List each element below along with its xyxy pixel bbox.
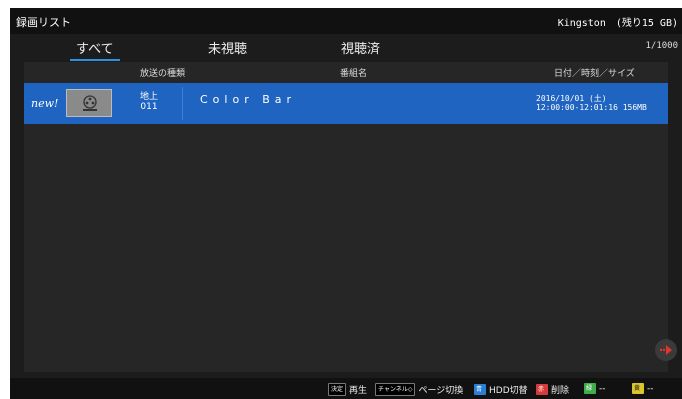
tv-screen: 録画リスト Kingston (残り15 GB) すべて 未視聴 視聴済 1/1… [10, 8, 682, 399]
footer-play[interactable]: 決定 再生 [328, 383, 367, 396]
divider [182, 87, 183, 120]
column-header-program-name: 番組名 [340, 69, 368, 79]
filter-tabs: すべて 未視聴 視聴済 1/1000 [10, 34, 682, 62]
thumbnail [66, 89, 112, 117]
footer-delete[interactable]: 赤 削除 [536, 383, 569, 396]
green-key-icon: 緑 [584, 383, 596, 394]
footer-help: 決定 再生 チャンネル◇ ページ切換 青 HDD切替 赤 削除 緑 -- 黄 -… [10, 378, 682, 399]
channel-key-icon: チャンネル◇ [375, 383, 416, 396]
list-item[interactable]: new! 地上 011 Color Bar 2016/10/01 (土) 12:… [24, 83, 668, 124]
yellow-action-label: -- [647, 383, 654, 394]
footer-page-switch[interactable]: チャンネル◇ ページ切換 [375, 383, 463, 396]
delete-label: 削除 [551, 386, 570, 396]
play-label: 再生 [349, 386, 368, 396]
red-key-icon: 赤 [536, 384, 548, 395]
broadcast-type: 地上 [140, 92, 159, 102]
tab-unwatched[interactable]: 未視聴 [208, 38, 247, 57]
program-title: Color Bar [200, 93, 297, 106]
recording-list: 放送の種類 番組名 日付／時刻／サイズ new! 地上 011 Color Ba… [24, 62, 668, 372]
new-badge: new! [31, 97, 59, 110]
footer-yellow-action[interactable]: 黄 -- [632, 383, 654, 394]
page-switch-label: ページ切換 [418, 386, 464, 396]
column-header-broadcast-type: 放送の種類 [140, 69, 186, 79]
blue-key-icon: 青 [474, 384, 486, 395]
tab-all[interactable]: すべて [70, 38, 120, 61]
top-bar: 録画リスト Kingston (残り15 GB) [10, 8, 682, 34]
green-action-label: -- [599, 383, 606, 394]
footer-hdd-switch[interactable]: 青 HDD切替 [474, 383, 528, 396]
yellow-key-icon: 黄 [632, 383, 644, 394]
broadcast-channel: 地上 011 [140, 92, 158, 112]
page-counter: 1/1000 [645, 41, 678, 51]
recording-time-size: 12:00:00-12:01:16 156MB [536, 103, 647, 112]
channel-number: 011 [140, 102, 158, 112]
page-next-button[interactable] [655, 339, 677, 361]
footer-green-action[interactable]: 緑 -- [584, 383, 606, 394]
enter-key-icon: 決定 [328, 383, 347, 396]
page-title: 録画リスト [16, 16, 71, 29]
column-header-datetime-size: 日付／時刻／サイズ [554, 69, 635, 79]
tab-watched[interactable]: 視聴済 [341, 38, 380, 57]
recording-date: 2016/10/01 (土) [536, 94, 607, 103]
hdd-switch-label: HDD切替 [489, 386, 528, 396]
recording-datetime: 2016/10/01 (土) 12:00:00-12:01:16 156MB [536, 94, 647, 112]
arrow-right-icon [659, 345, 672, 355]
film-reel-icon [83, 95, 97, 111]
storage-status: Kingston (残り15 GB) [557, 18, 678, 29]
